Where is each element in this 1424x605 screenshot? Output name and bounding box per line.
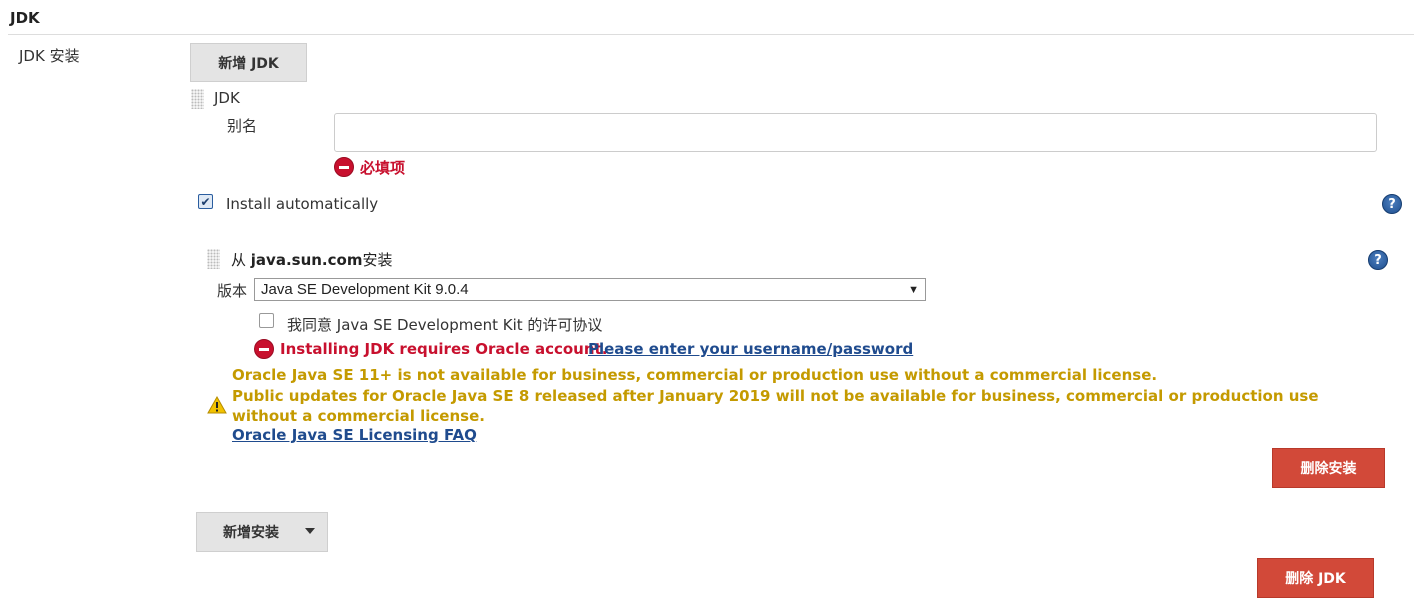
add-install-label: 新增安装 xyxy=(223,525,279,541)
delete-jdk-button[interactable]: 删除 JDK xyxy=(1257,558,1374,598)
oracle-account-error: Installing JDK requires Oracle account. xyxy=(280,340,608,358)
add-install-button[interactable]: 新增安装 xyxy=(196,512,328,552)
jdk-entry-title: JDK xyxy=(214,89,240,107)
help-icon[interactable]: ? xyxy=(1368,250,1388,270)
delete-install-button[interactable]: 删除安装 xyxy=(1272,448,1385,488)
add-jdk-button[interactable]: 新增 JDK xyxy=(190,43,307,82)
agree-license-checkbox[interactable] xyxy=(259,313,274,328)
section-title: JDK xyxy=(10,9,40,27)
version-select[interactable]: Java SE Development Kit 9.0.4 ▼ xyxy=(254,278,926,301)
warning-icon xyxy=(207,396,227,414)
error-icon xyxy=(254,339,274,359)
drag-handle-icon[interactable] xyxy=(191,89,204,109)
dropdown-arrow-icon xyxy=(305,528,315,534)
installer-title-suffix: 安装 xyxy=(362,251,393,269)
enter-credentials-link[interactable]: Please enter your username/password xyxy=(588,340,913,358)
installer-title: 从 java.sun.com安装 xyxy=(231,249,392,270)
jdk-install-label: JDK 安装 xyxy=(19,47,80,65)
dropdown-arrow-icon: ▼ xyxy=(908,283,919,296)
license-warning-line-2: Public updates for Oracle Java SE 8 rele… xyxy=(232,387,1319,425)
installer-title-prefix: 从 xyxy=(231,251,251,269)
section-divider xyxy=(8,34,1414,35)
licensing-faq-link[interactable]: Oracle Java SE Licensing FAQ xyxy=(232,426,477,444)
alias-input[interactable] xyxy=(334,113,1377,152)
agree-license-label: 我同意 Java SE Development Kit 的许可协议 xyxy=(287,316,603,334)
version-label: 版本 xyxy=(217,282,248,300)
alias-required-error: 必填项 xyxy=(360,159,406,177)
installer-title-domain: java.sun.com xyxy=(250,251,363,269)
drag-handle-icon[interactable] xyxy=(207,249,220,269)
alias-label: 别名 xyxy=(227,117,258,135)
help-icon[interactable]: ? xyxy=(1382,194,1402,214)
error-icon xyxy=(334,157,354,177)
license-warning-line-1: Oracle Java SE 11+ is not available for … xyxy=(232,366,1158,384)
version-select-value: Java SE Development Kit 9.0.4 xyxy=(261,281,469,298)
install-automatically-checkbox[interactable]: ✔ xyxy=(198,194,213,209)
install-automatically-label: Install automatically xyxy=(226,195,379,213)
